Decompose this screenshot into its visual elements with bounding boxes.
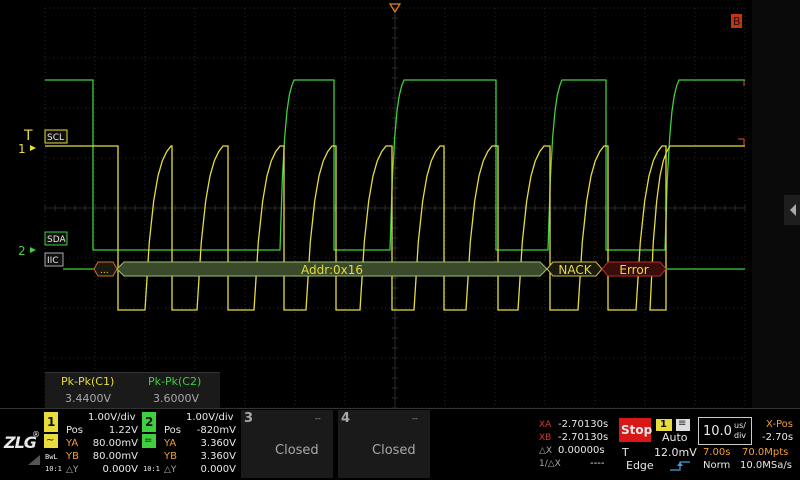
- cursor-inv-value: ----: [590, 458, 605, 469]
- trigger-source: 1: [660, 419, 667, 430]
- cursor-dx-value: 0.00000s: [558, 445, 605, 456]
- ch1-pos-value: 1.22V: [108, 425, 138, 436]
- ch1-ya-value: 80.00mV: [92, 438, 138, 449]
- sample-rate: 10.0MSa/s: [740, 460, 792, 471]
- ch1-yb-label: YB: [66, 451, 79, 462]
- brand-logo: ZLG ®: [2, 425, 42, 465]
- ch2-number: 2: [145, 415, 154, 429]
- ch1-probe-ratio: 10:1: [45, 465, 62, 473]
- ch4-number: 4: [341, 411, 351, 426]
- ch2-dy-value: 0.000V: [200, 464, 236, 475]
- cursor-xb-label: XB: [539, 433, 552, 443]
- cursor-xa-value: -2.70130s: [558, 419, 609, 430]
- trigger-level-label: T: [622, 446, 629, 459]
- measure-2-name: Pk-Pk(C2): [148, 375, 202, 388]
- ch2-pos-value: -820mV: [196, 425, 236, 436]
- ch2-ya-value: 3.360V: [200, 438, 236, 449]
- ch2-pos-label: Pos: [164, 425, 182, 436]
- menu-icon[interactable]: ≡: [676, 418, 690, 431]
- ch3-dashes: --: [315, 414, 321, 423]
- ch2-probe-ratio: 10:1: [143, 465, 160, 473]
- ch1-dy-label: △Y: [66, 465, 79, 475]
- ch1-coupling-icon[interactable]: ~: [44, 434, 58, 448]
- ch3-status: Closed: [275, 443, 319, 458]
- channel-4-panel[interactable]: 4 -- Closed: [338, 410, 430, 478]
- ch1-offset-marker[interactable]: 1: [18, 142, 26, 156]
- ch1-bw-limit: BwL: [45, 453, 58, 461]
- channel-2-panel[interactable]: 2 = 10:1 1.00V/div Pos -820mV YA 3.360V …: [142, 410, 238, 478]
- sda-label: SDA: [47, 235, 66, 245]
- xpos-label: X-Pos: [766, 419, 793, 430]
- xpos-value: -2.70s: [762, 432, 794, 443]
- signal-strength-icon: [28, 455, 40, 465]
- timebase-scale-box[interactable]: 10.0 us/ div: [698, 417, 752, 445]
- acq-time: 7.00s: [703, 447, 731, 458]
- decode-error-label: Error: [619, 263, 648, 277]
- measure-1-value: 3.4400V: [65, 392, 112, 405]
- ch1-number-badge[interactable]: 1: [44, 412, 58, 432]
- ch2-offset-marker[interactable]: 2: [18, 244, 26, 258]
- cursor-xa-label: XA: [539, 420, 552, 430]
- timebase-panel[interactable]: 10.0 us/ div X-Pos -2.70s 7.00s 70.0Mpts…: [698, 416, 798, 472]
- acq-mode: Norm: [703, 460, 731, 471]
- decode-start-label: ...: [100, 266, 109, 276]
- ch1-yb-value: 80.00mV: [92, 451, 138, 462]
- run-state-label: Stop: [621, 423, 653, 437]
- ch2-yb-label: YB: [164, 451, 177, 462]
- cursor-xb-value: -2.70130s: [558, 432, 609, 443]
- run-stop-button[interactable]: Stop: [619, 418, 653, 442]
- decode-nack-label: NACK: [558, 263, 592, 277]
- memory-depth: 70.0Mpts: [742, 447, 789, 458]
- right-marker-b-letter: B: [733, 15, 741, 28]
- trigger-mode[interactable]: Auto: [662, 432, 688, 444]
- ch2-dy-label: △Y: [164, 465, 177, 475]
- trigger-type[interactable]: Edge: [626, 460, 654, 472]
- ch2-number-badge[interactable]: 2: [142, 412, 156, 432]
- ch1-scale[interactable]: 1.00V/div: [88, 412, 136, 424]
- trigger-level-value: 12.0mV: [654, 446, 697, 459]
- channel-3-panel[interactable]: 3 -- Closed: [241, 410, 333, 478]
- rising-edge-icon: [670, 461, 690, 471]
- measure-2-value: 3.6000V: [153, 392, 200, 405]
- ch2-ya-label: YA: [164, 438, 177, 449]
- ch1-number: 1: [47, 415, 56, 429]
- measurement-panel[interactable]: Pk-Pk(C1) Pk-Pk(C2) 3.4400V 3.6000V: [45, 372, 220, 408]
- measure-1-name: Pk-Pk(C1): [61, 375, 115, 388]
- ch1-pos-label: Pos: [66, 425, 84, 436]
- ch2-yb-value: 3.360V: [200, 451, 236, 462]
- ch1-ya-label: YA: [66, 438, 79, 449]
- timebase-scale: 10.0: [703, 424, 732, 439]
- scl-label: SCL: [47, 133, 64, 143]
- iic-label: IIC: [47, 256, 59, 266]
- cursor-readout-panel[interactable]: XA -2.70130s XB -2.70130s △X 0.00000s 1/…: [536, 416, 616, 472]
- cursor-inv-label: 1/△X: [539, 459, 561, 469]
- decode-address-label: Addr:0x16: [301, 263, 363, 277]
- ch3-number: 3: [244, 411, 254, 426]
- timebase-unit-bottom: div: [734, 431, 747, 440]
- ch4-status: Closed: [372, 443, 416, 458]
- ch4-dashes: --: [412, 414, 418, 423]
- cursor-dx-label: △X: [539, 446, 553, 456]
- registered-icon: ®: [32, 430, 40, 439]
- ch2-scale[interactable]: 1.00V/div: [186, 412, 234, 424]
- channel-1-panel[interactable]: 1 ~ BwL 10:1 1.00V/div Pos 1.22V YA 80.0…: [44, 410, 140, 478]
- trigger-panel[interactable]: Stop 1 ≡ Auto T 12.0mV Edge: [618, 416, 697, 472]
- ch2-coupling-icon[interactable]: =: [142, 434, 156, 448]
- ch1-dy-value: 0.000V: [102, 464, 138, 475]
- trigger-source-badge[interactable]: 1: [656, 419, 672, 431]
